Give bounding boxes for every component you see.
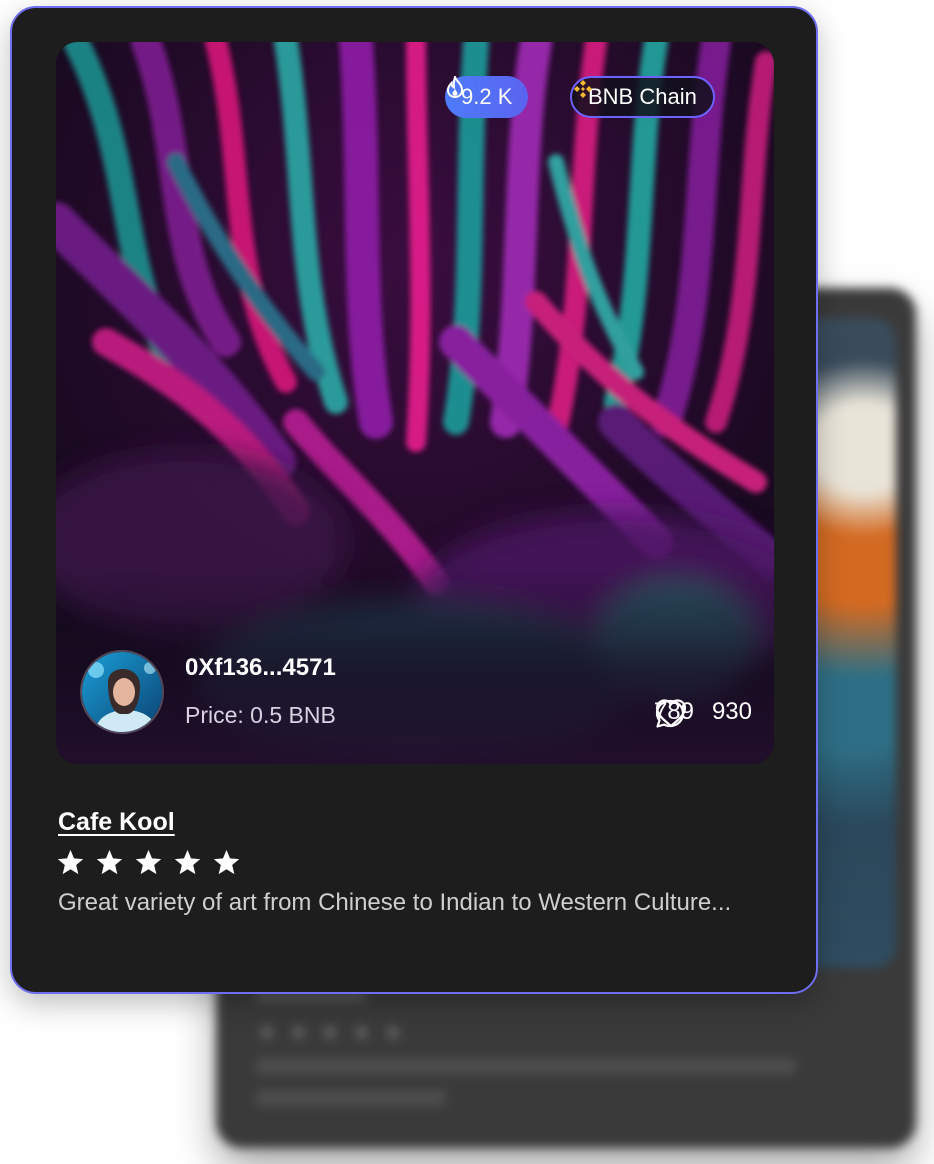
views-badge: 9.2 K bbox=[445, 76, 529, 118]
nft-artwork[interactable]: 9.2 K BNB Chain 0Xf136...4571 Price: 0.5… bbox=[56, 42, 774, 764]
star-icon bbox=[174, 849, 201, 875]
star-icon bbox=[57, 849, 84, 875]
owner-avatar[interactable] bbox=[80, 650, 164, 734]
engagement-stats: 789 930 bbox=[654, 698, 752, 728]
artwork-overlay bbox=[56, 564, 774, 764]
background-card-stars: ★★★★★ bbox=[256, 1018, 414, 1046]
star-icon bbox=[96, 849, 123, 875]
comment-button[interactable]: 930 bbox=[655, 698, 752, 728]
chain-badge[interactable]: BNB Chain bbox=[570, 76, 715, 118]
bnb-logo-icon bbox=[574, 80, 592, 98]
nft-title[interactable]: Cafe Kool bbox=[58, 808, 175, 837]
owner-address[interactable]: 0Xf136...4571 bbox=[185, 654, 336, 682]
comment-icon bbox=[655, 699, 685, 728]
star-icon bbox=[213, 849, 240, 875]
nft-description: Great variety of art from Chinese to Ind… bbox=[58, 889, 732, 916]
chain-name: BNB Chain bbox=[588, 84, 697, 109]
owner-avatar-image bbox=[82, 652, 162, 732]
fire-icon bbox=[446, 76, 464, 98]
views-count: 9.2 K bbox=[461, 84, 513, 109]
comment-count: 930 bbox=[711, 698, 752, 725]
background-card-text-line bbox=[256, 1058, 796, 1074]
star-icon bbox=[135, 849, 162, 875]
background-card-text-line bbox=[256, 1090, 446, 1106]
nft-card[interactable]: 9.2 K BNB Chain 0Xf136...4571 Price: 0.5… bbox=[10, 6, 818, 994]
rating-stars bbox=[56, 848, 241, 877]
price-label: Price: 0.5 BNB bbox=[185, 702, 336, 728]
